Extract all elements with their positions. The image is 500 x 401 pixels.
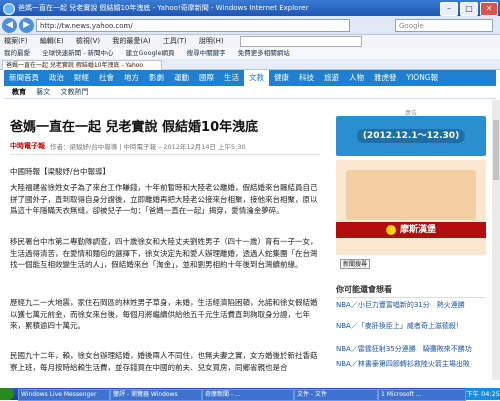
- subnav-arts[interactable]: 藝文: [36, 88, 50, 96]
- nav-item[interactable]: 政治: [44, 70, 69, 86]
- article-paragraph: 中國時報【梁駿妤/台中報導】: [10, 167, 111, 176]
- menu-tools[interactable]: 工具(T): [163, 37, 187, 45]
- start-button[interactable]: [0, 388, 14, 400]
- menu-help[interactable]: 說明(H): [199, 37, 224, 45]
- taskbar-item[interactable]: 奇摩新聞 - ...: [202, 389, 294, 401]
- browser-tab[interactable]: 爸媽一直在一起 兒老實說 假結婚10年洩底 - Yahoo: [2, 60, 162, 70]
- ad-photo: [346, 170, 476, 220]
- scrollbar-thumb[interactable]: [493, 120, 499, 180]
- nav-item[interactable]: 雅虎發: [369, 70, 402, 86]
- favorites-item[interactable]: 免費更多相關網站: [238, 49, 290, 57]
- site-nav: 新聞首頁 政治 財經 社會 地方 影劇 運動 國際 生活 文教 健康 科技 旅遊 人物 雅虎發 YIONG報: [4, 70, 496, 86]
- related-link[interactable]: NBA／林書豪第四節轉衫救陸火箭主場出敗: [336, 359, 490, 369]
- nav-item[interactable]: 旅遊: [319, 70, 344, 86]
- address-row: ◀ ▶ http://tw.news.yahoo.com/ Google: [0, 16, 500, 35]
- nav-item[interactable]: 影劇: [144, 70, 169, 86]
- menu-favorites[interactable]: 我的最愛(A): [112, 37, 150, 45]
- article-byline: 作者：梁駿妤/台中報導 | 中時電子報 – 2012年12月14日 上午5:30: [50, 143, 246, 151]
- favorites-bar: 我的最愛 全球快速新聞 - 新聞中心 建立Google網頁 搜尋中關鍵字 免費更…: [0, 48, 500, 59]
- article-headline: 爸媽一直在一起 兒老實說 假結婚10年洩底: [10, 120, 259, 135]
- nav-item[interactable]: 社會: [94, 70, 119, 86]
- nav-item[interactable]: 科技: [294, 70, 319, 86]
- nav-item[interactable]: 國際: [194, 70, 219, 86]
- favorites-item[interactable]: 搜尋中關鍵字: [187, 49, 226, 57]
- nav-item[interactable]: 運動: [169, 70, 194, 86]
- ad-brand-name: 摩斯漢堡: [399, 225, 436, 235]
- taskbar-item[interactable]: Windows Live Messenger: [18, 389, 110, 401]
- google-toolbar-input[interactable]: [239, 35, 362, 47]
- ad-banner-mos[interactable]: 摩斯漢堡: [336, 160, 486, 255]
- taskbar-clock: 下午 04:25: [466, 388, 500, 400]
- related-link[interactable]: NBA／「麥肝換臣上」威者奇上滋德殺！: [336, 321, 490, 331]
- nav-item[interactable]: YIONG報: [402, 70, 444, 86]
- forward-button[interactable]: ▶: [19, 18, 34, 33]
- maximize-button[interactable]: □: [460, 2, 478, 16]
- article-paragraph: 民國九十二年，賴，徐女台辦理結婚，婚後兩人不同住，也無夫妻之實，女方婚後於新社香…: [10, 351, 318, 372]
- article-paragraph: 大陸福建省徐姓女子為了來台工作賺錢，十年前暫時和大陸老公離婚，假結婚來台縣結員自…: [10, 183, 318, 215]
- related-link[interactable]: NBA／小巨力豐富唱新的31分 熱火連勝: [336, 300, 490, 310]
- menu-view[interactable]: 檢視(V): [76, 37, 100, 45]
- article-paragraph: 歷經九二一大地震，家住石岡區的林姓男子草身，未婚，生活經濟陷困頓，允諾和徐女假結…: [10, 298, 318, 330]
- nav-item[interactable]: 健康: [269, 70, 294, 86]
- favorites-item[interactable]: 全球快速新聞 - 新聞中心: [42, 49, 113, 57]
- may-like-title: 你可能還會想看: [336, 284, 486, 298]
- nav-item-active[interactable]: 文教: [244, 70, 269, 86]
- mos-logo-icon: [385, 224, 396, 235]
- taskbar-item[interactable]: 1 Microsoft ...: [378, 389, 466, 401]
- nav-item[interactable]: 財經: [69, 70, 94, 86]
- news-search-button[interactable]: 新聞搜尋: [340, 259, 370, 269]
- ad-banner-dates[interactable]: (2012.12.1～12.30): [336, 116, 486, 156]
- ad-brand-bar: 摩斯漢堡: [336, 222, 486, 238]
- taskbar-item[interactable]: 鑒評 - 瀏覽器 Windows: [110, 389, 202, 401]
- nav-item[interactable]: 地方: [119, 70, 144, 86]
- ie-logo-icon: [3, 3, 15, 15]
- favorites-item[interactable]: 我的最愛: [4, 49, 30, 57]
- taskbar-item[interactable]: 文件 - 文件: [294, 389, 378, 401]
- window-title: 爸媽一直在一起 兒老實說 假結婚10年洩底 - Yahoo!奇摩新聞 - Win…: [18, 4, 309, 12]
- close-button[interactable]: ✕: [480, 2, 498, 16]
- article-paragraph: 移民署台中市第二專勤隊調查，四十歲徐女和大陸丈夫劉姓男子（四十一歲）育有一子一女…: [10, 237, 318, 269]
- tab-row: 爸媽一直在一起 兒老實說 假結婚10年洩底 - Yahoo: [0, 59, 500, 70]
- subnav-education[interactable]: 教育: [12, 88, 26, 96]
- menu-bar: 檔案(F) 編輯(E) 檢視(V) 我的最愛(A) 工具(T) 說明(H): [0, 35, 500, 48]
- source-logo: 中時電子報: [10, 142, 45, 150]
- sub-nav: 教育 藝文 文教熱門: [4, 86, 496, 99]
- ad-dates-text: (2012.12.1～12.30): [356, 129, 466, 143]
- nav-item[interactable]: 人物: [344, 70, 369, 86]
- window-controls: – □ ✕: [440, 2, 498, 16]
- related-link[interactable]: NBA／雷霆狂射35分連勝 騎攤敗來不勝功: [336, 344, 490, 354]
- subnav-hot[interactable]: 文教熱門: [60, 88, 88, 96]
- back-button[interactable]: ◀: [2, 18, 17, 33]
- address-bar[interactable]: http://tw.news.yahoo.com/: [36, 19, 350, 32]
- window-titlebar: 爸媽一直在一起 兒老實說 假結婚10年洩底 - Yahoo!奇摩新聞 - Win…: [0, 0, 500, 16]
- menu-edit[interactable]: 編輯(E): [40, 37, 64, 45]
- minimize-button[interactable]: –: [440, 2, 458, 16]
- browser-search-input[interactable]: Google: [395, 19, 493, 32]
- nav-item[interactable]: 生活: [219, 70, 244, 86]
- menu-file[interactable]: 檔案(F): [4, 37, 28, 45]
- nav-item[interactable]: 新聞首頁: [4, 70, 44, 86]
- favorites-item[interactable]: 建立Google網頁: [126, 49, 175, 57]
- divider: [10, 154, 320, 161]
